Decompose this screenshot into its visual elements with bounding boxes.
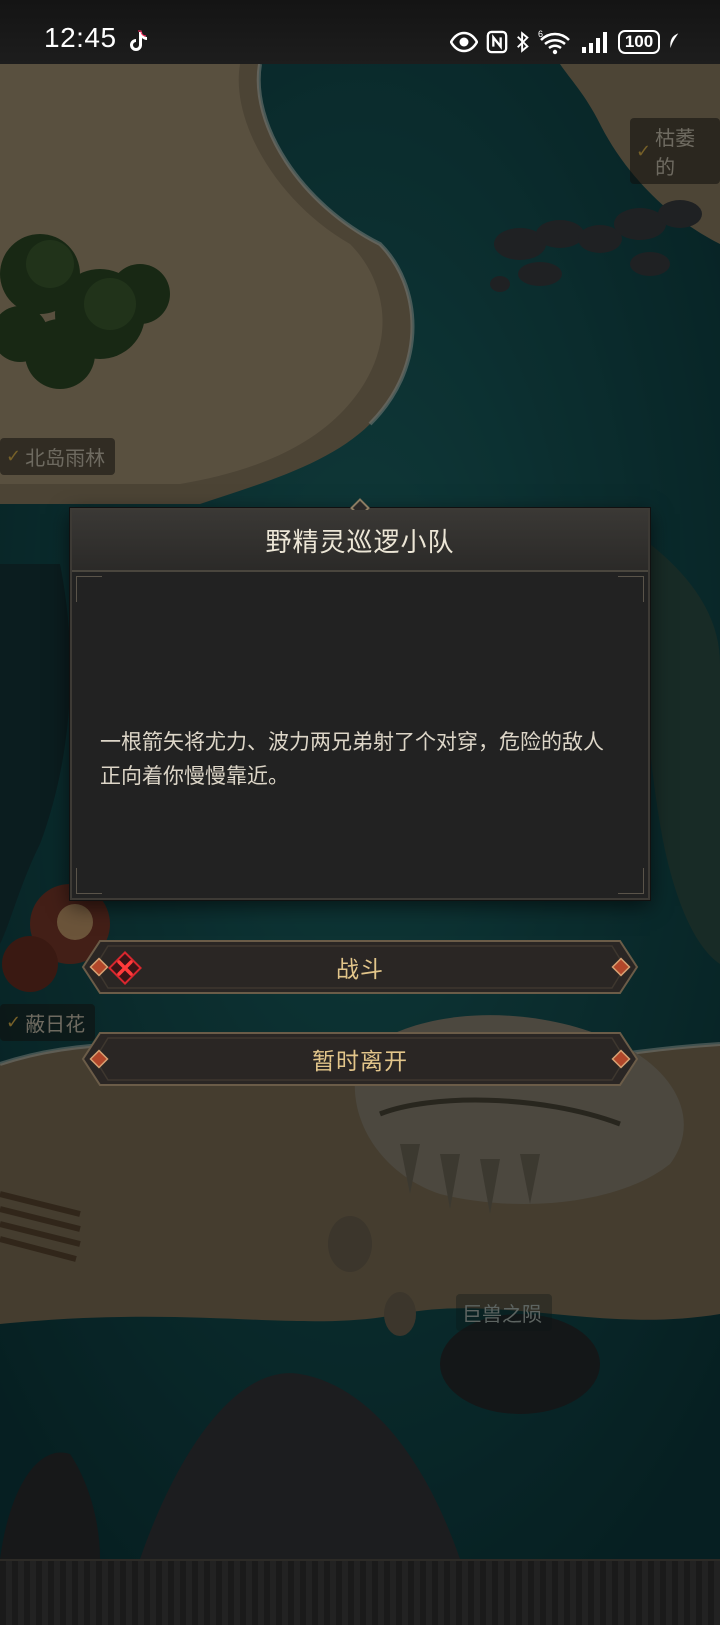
battery-icon: 100 [618, 30, 660, 54]
leave-button-label: 暂时离开 [312, 1049, 408, 1075]
status-time: 12:45 [44, 22, 117, 53]
corner-ornament [618, 576, 644, 602]
eye-icon [450, 31, 478, 53]
dialog-body: 一根箭矢将尤力、波力两兄弟射了个对穿，危险的敌人正向着你慢慢靠近。 [100, 572, 620, 898]
bottom-frame [0, 1559, 720, 1625]
nfc-icon [486, 30, 508, 54]
signal-icon [582, 32, 607, 53]
status-bar: 12:45 6 100 [0, 0, 720, 64]
corner-ornament [76, 868, 102, 894]
fight-button-label: 战斗 [336, 957, 384, 983]
tiktok-icon [130, 30, 147, 51]
bluetooth-icon [517, 31, 529, 53]
corner-ornament [76, 576, 102, 602]
leave-button[interactable]: 暂时离开 [80, 1030, 640, 1088]
svg-text:6: 6 [538, 29, 543, 39]
leaf-icon [670, 33, 679, 48]
wifi-6-icon: 6 [538, 29, 570, 55]
fight-button[interactable]: 战斗 [80, 938, 640, 996]
corner-ornament [618, 868, 644, 894]
dialog-text: 一根箭矢将尤力、波力两兄弟射了个对穿，危险的敌人正向着你慢慢靠近。 [100, 730, 604, 788]
status-icons: 6 100 [450, 27, 680, 57]
dialog-header: 野精灵巡逻小队 [72, 510, 648, 572]
event-dialog: 野精灵巡逻小队 一根箭矢将尤力、波力两兄弟射了个对穿，危险的敌人正向着你慢慢靠近… [70, 498, 650, 900]
dialog-title: 野精灵巡逻小队 [265, 527, 455, 558]
